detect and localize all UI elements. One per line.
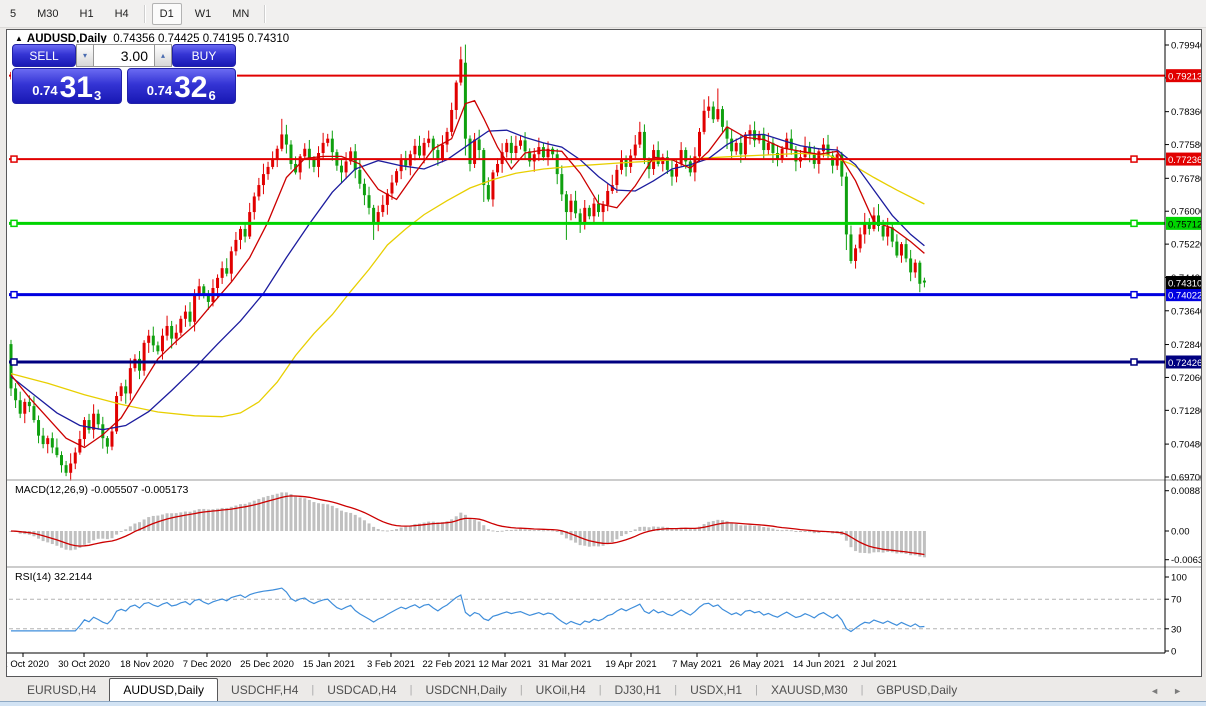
timeframe-button-w1[interactable]: W1	[187, 3, 220, 25]
svg-text:0.71280: 0.71280	[1171, 406, 1201, 417]
trading-platform: { "toolbar": { "timeframes": [ {"label":…	[0, 0, 1206, 706]
macd-indicator-label: MACD(12,26,9) -0.005507 -0.005173	[15, 484, 188, 496]
svg-text:0.76000: 0.76000	[1171, 207, 1201, 218]
svg-text:26 May 2021: 26 May 2021	[730, 659, 785, 670]
svg-text:12 Mar 2021: 12 Mar 2021	[478, 659, 531, 670]
volume-input[interactable]: 3.00	[94, 44, 154, 67]
one-click-trade-widget: SELL ▾ 3.00 ▴ BUY 0.74 31 3 0.74 32	[11, 43, 237, 105]
buy-price-big: 32	[174, 74, 207, 101]
svg-text:19 Apr 2021: 19 Apr 2021	[605, 659, 656, 670]
chart-tab-usdcnh-daily[interactable]: USDCNH,Daily	[412, 680, 519, 701]
sell-price-panel[interactable]: 0.74 31 3	[12, 68, 122, 104]
svg-text:0.79213: 0.79213	[1168, 72, 1201, 83]
chart-window: 0.799400.791600.783600.775800.767800.760…	[6, 29, 1202, 677]
macd-values: -0.005507 -0.005173	[91, 484, 189, 496]
chart-tab-usdcad-h4[interactable]: USDCAD,H4	[314, 680, 409, 701]
rsi-value: 32.2144	[54, 571, 92, 583]
svg-text:0.79940: 0.79940	[1171, 41, 1201, 52]
chart-area: 0.799400.791600.783600.775800.767800.760…	[7, 30, 1201, 676]
chart-tab-xauusd-m30[interactable]: XAUUSD,M30	[758, 680, 861, 701]
svg-text:0.70480: 0.70480	[1171, 440, 1201, 451]
svg-text:0.72060: 0.72060	[1171, 373, 1201, 384]
status-strip	[0, 701, 1206, 706]
svg-text:0.00: 0.00	[1171, 527, 1190, 538]
svg-text:0.73640: 0.73640	[1171, 306, 1201, 317]
svg-text:18 Nov 2020: 18 Nov 2020	[120, 659, 174, 670]
svg-text:0.74310: 0.74310	[1168, 279, 1201, 290]
svg-text:0.74022: 0.74022	[1168, 291, 1201, 302]
svg-text:30: 30	[1171, 624, 1182, 635]
chart-canvas[interactable]: 0.799400.791600.783600.775800.767800.760…	[7, 30, 1201, 676]
svg-text:14 Jun 2021: 14 Jun 2021	[793, 659, 845, 670]
sell-button[interactable]: SELL	[12, 44, 76, 67]
chart-tab-audusd-daily[interactable]: AUDUSD,Daily	[109, 678, 218, 701]
tab-scroll-arrows[interactable]: ◄►	[1150, 686, 1196, 696]
timeframe-button-h1[interactable]: H1	[72, 3, 102, 25]
svg-text:7 Dec 2020: 7 Dec 2020	[183, 659, 232, 670]
svg-text:2 Jul 2021: 2 Jul 2021	[853, 659, 897, 670]
timeframe-button-5[interactable]: 5	[2, 3, 24, 25]
chart-tab-bar: EURUSD,H4AUDUSD,DailyUSDCHF,H4|USDCAD,H4…	[0, 678, 1206, 701]
timeframe-button-h4[interactable]: H4	[107, 3, 137, 25]
svg-text:22 Feb 2021: 22 Feb 2021	[422, 659, 475, 670]
volume-increase-button[interactable]: ▴	[154, 44, 172, 67]
svg-text:0.72426: 0.72426	[1168, 358, 1201, 369]
ohlc-close: 0.74310	[248, 33, 290, 45]
chart-background	[7, 30, 1201, 676]
chart-tab-ukoil-h4[interactable]: UKOil,H4	[523, 680, 599, 701]
sell-price-prefix: 0.74	[32, 83, 57, 98]
svg-text:3 Feb 2021: 3 Feb 2021	[367, 659, 415, 670]
timeframe-button-d1[interactable]: D1	[152, 3, 182, 25]
rsi-name: RSI(14)	[15, 571, 51, 583]
toolbar-separator	[264, 5, 266, 23]
rsi-indicator-label: RSI(14) 32.2144	[15, 571, 92, 583]
svg-text:25 Dec 2020: 25 Dec 2020	[240, 659, 294, 670]
sell-price-big: 31	[60, 74, 93, 101]
svg-text:0.76780: 0.76780	[1171, 174, 1201, 185]
svg-text:0.78360: 0.78360	[1171, 107, 1201, 118]
buy-button[interactable]: BUY	[172, 44, 236, 67]
chart-tab-gbpusd-daily[interactable]: GBPUSD,Daily	[864, 680, 971, 701]
macd-name: MACD(12,26,9)	[15, 484, 88, 496]
svg-text:30 Oct 2020: 30 Oct 2020	[58, 659, 110, 670]
svg-text:0.008871: 0.008871	[1171, 486, 1201, 497]
volume-decrease-button[interactable]: ▾	[76, 44, 94, 67]
toolbar-separator	[144, 5, 146, 23]
chart-tab-usdx-h1[interactable]: USDX,H1	[677, 680, 755, 701]
svg-text:12 Oct 2020: 12 Oct 2020	[7, 659, 49, 670]
timeframe-button-mn[interactable]: MN	[224, 3, 257, 25]
svg-text:0.77580: 0.77580	[1171, 140, 1201, 151]
svg-text:0.75220: 0.75220	[1171, 240, 1201, 251]
buy-price-sup: 6	[208, 88, 215, 103]
sell-price-sup: 3	[94, 88, 101, 103]
svg-text:31 Mar 2021: 31 Mar 2021	[538, 659, 591, 670]
chart-tab-dj30-h1[interactable]: DJ30,H1	[602, 680, 675, 701]
svg-text:100: 100	[1171, 573, 1187, 584]
timeframe-toolbar: 5M30 H1H4 D1W1MN	[0, 0, 1206, 28]
svg-text:0.72840: 0.72840	[1171, 340, 1201, 351]
chart-tab-usdchf-h4[interactable]: USDCHF,H4	[218, 680, 311, 701]
svg-text:7 May 2021: 7 May 2021	[672, 659, 722, 670]
spin-up-icon: ▴	[161, 51, 165, 60]
svg-text:0.75712: 0.75712	[1168, 219, 1201, 230]
buy-price-panel[interactable]: 0.74 32 6	[127, 68, 237, 104]
svg-text:70: 70	[1171, 595, 1182, 606]
spin-down-icon: ▾	[83, 51, 87, 60]
svg-text:0: 0	[1171, 647, 1176, 658]
svg-text:0.69700: 0.69700	[1171, 473, 1201, 484]
chart-title-arrow-icon: ▲	[15, 34, 23, 43]
svg-text:15 Jan 2021: 15 Jan 2021	[303, 659, 355, 670]
svg-text:0.77236: 0.77236	[1168, 155, 1201, 166]
svg-text:-0.00632: -0.00632	[1171, 555, 1201, 566]
timeframe-button-m30[interactable]: M30	[29, 3, 66, 25]
chart-tab-eurusd-h4[interactable]: EURUSD,H4	[14, 680, 109, 701]
buy-price-prefix: 0.74	[147, 83, 172, 98]
